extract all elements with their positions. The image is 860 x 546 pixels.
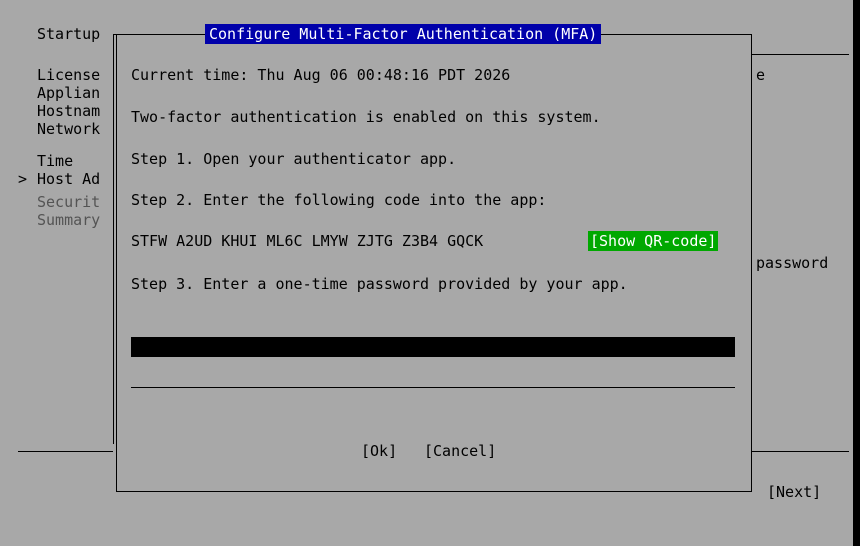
otp-input[interactable]	[131, 337, 735, 357]
ok-button[interactable]: [Ok]	[361, 442, 397, 460]
otp-input-value	[131, 338, 133, 356]
dialog-title: Configure Multi-Factor Authentication (M…	[205, 24, 602, 44]
header-title: Startup	[37, 25, 101, 43]
step2-text: Step 2. Enter the following code into th…	[131, 191, 547, 209]
header-rule-right	[751, 54, 849, 55]
installer-screen: Startup > License Applian Hostnam Networ…	[0, 0, 853, 546]
dialog-separator	[131, 387, 735, 388]
secret-code: STFW A2UD KHUI ML6C LMYW ZJTG Z3B4 GQCK	[131, 232, 484, 250]
footer-rule-right	[751, 451, 849, 452]
next-button[interactable]: [Next]	[767, 483, 821, 501]
sidebar-divider	[113, 34, 114, 444]
sidebar-item-time[interactable]: Time	[37, 152, 73, 170]
footer-rule-left	[18, 451, 113, 452]
selection-marker: >	[18, 170, 28, 188]
background-password-fragment: password	[756, 254, 829, 272]
sidebar-item-hostname[interactable]: Hostnam	[37, 102, 100, 120]
sidebar-item-host-address[interactable]: Host Ad	[37, 170, 100, 188]
step1-text: Step 1. Open your authenticator app.	[131, 150, 457, 168]
cancel-button[interactable]: [Cancel]	[424, 442, 496, 460]
step3-text: Step 3. Enter a one-time password provid…	[131, 275, 628, 293]
sidebar-item-network[interactable]: Network	[37, 120, 100, 138]
mfa-dialog	[116, 34, 752, 492]
background-text-fragment: e	[756, 66, 766, 84]
sidebar-item-license[interactable]: License	[37, 66, 100, 84]
sidebar-item-summary[interactable]: Summary	[37, 211, 100, 229]
current-time-text: Current time: Thu Aug 06 00:48:16 PDT 20…	[131, 66, 511, 84]
show-qr-code-button[interactable]: [Show QR-code]	[588, 231, 719, 251]
mfa-status-text: Two-factor authentication is enabled on …	[131, 108, 601, 126]
sidebar-item-appliance[interactable]: Applian	[37, 84, 100, 102]
sidebar-item-security[interactable]: Securit	[37, 193, 100, 211]
